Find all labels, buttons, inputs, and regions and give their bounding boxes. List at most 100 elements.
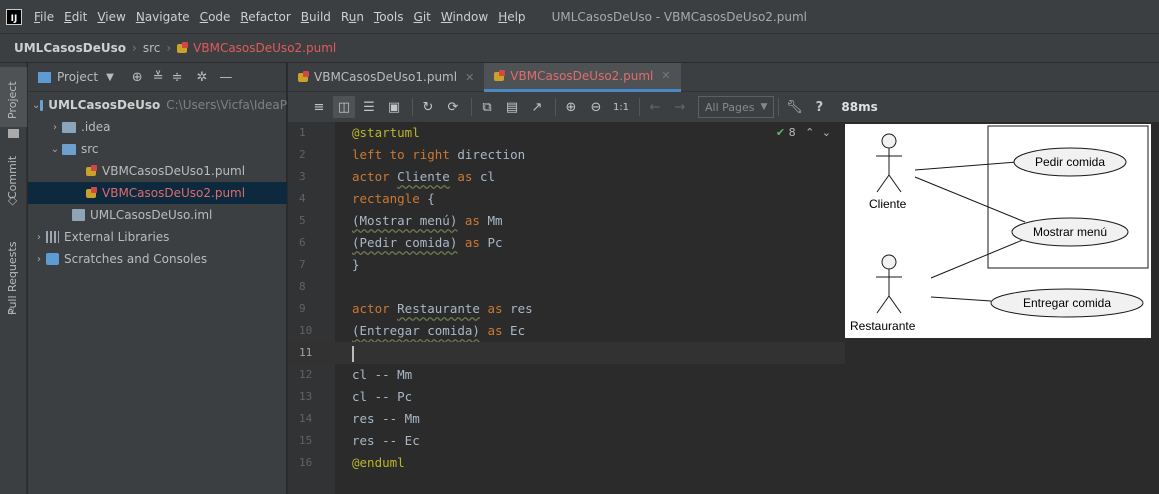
line-number: 5 bbox=[299, 214, 306, 227]
collapse-all-icon[interactable]: ≑ bbox=[172, 70, 183, 85]
puml-file-icon bbox=[86, 165, 98, 177]
code-line: (Mostrar menú) as Mm bbox=[352, 213, 503, 228]
usecase-entregar-comida-label: Entregar comida bbox=[1023, 296, 1111, 310]
intellij-logo-icon[interactable]: IJ bbox=[6, 8, 22, 25]
tree-item-iml[interactable]: UMLCasosDeUso.iml bbox=[28, 204, 287, 226]
wrench-icon[interactable]: 🔧︎ bbox=[783, 96, 805, 118]
code-line: left to right direction bbox=[352, 147, 526, 162]
zoom-out-icon[interactable]: ⊖ bbox=[585, 96, 607, 118]
hide-panel-icon[interactable]: — bbox=[219, 70, 232, 85]
menu-run[interactable]: Run bbox=[341, 10, 364, 24]
tree-item-idea[interactable]: › .idea bbox=[28, 116, 287, 138]
menu-tools[interactable]: Tools bbox=[374, 10, 404, 24]
tree-item-label: VBMCasosDeUso2.puml bbox=[102, 186, 246, 200]
association-res-ec bbox=[930, 296, 992, 302]
refresh-icon[interactable]: ↻ bbox=[417, 96, 439, 118]
menu-build[interactable]: Build bbox=[301, 10, 331, 24]
menu-window[interactable]: Window bbox=[441, 10, 488, 24]
all-pages-select[interactable]: All Pages ▼ bbox=[698, 96, 775, 118]
code-line: @enduml bbox=[352, 455, 405, 470]
line-number: 12 bbox=[299, 368, 313, 381]
chevron-down-icon[interactable]: ⌄ bbox=[32, 100, 40, 111]
image-icon[interactable]: ▣ bbox=[383, 96, 405, 118]
actor-cliente-label: Cliente bbox=[869, 197, 907, 211]
menu-refactor[interactable]: Refactor bbox=[240, 10, 290, 24]
copy-icon[interactable]: ⧉ bbox=[476, 96, 498, 118]
reload-icon[interactable]: ⟳ bbox=[442, 96, 464, 118]
menu-git[interactable]: Git bbox=[414, 10, 431, 24]
line-number: 16 bbox=[299, 456, 313, 469]
line-number: 9 bbox=[299, 302, 306, 315]
chevron-down-icon[interactable]: ⌄ bbox=[48, 144, 62, 155]
close-icon[interactable]: ✕ bbox=[661, 69, 670, 82]
close-icon[interactable]: ✕ bbox=[465, 71, 474, 84]
editor-only-icon[interactable]: ≡ bbox=[308, 96, 330, 118]
preview-only-icon[interactable]: ☰ bbox=[358, 96, 380, 118]
actor-restaurante-figure bbox=[876, 254, 902, 314]
root-project-name: UMLCasosDeUso bbox=[48, 98, 161, 112]
toolbar-divider bbox=[412, 98, 413, 116]
tree-item-file2[interactable]: VBMCasosDeUso2.puml bbox=[28, 182, 287, 204]
menu-code[interactable]: Code bbox=[200, 10, 231, 24]
actual-size-button[interactable]: 1:1 bbox=[610, 96, 632, 118]
tree-item-file1[interactable]: VBMCasosDeUso1.puml bbox=[28, 160, 287, 182]
menu-view[interactable]: View bbox=[97, 10, 125, 24]
gear-icon[interactable]: ✲ bbox=[196, 70, 207, 85]
uml-diagram-preview[interactable]: Cliente Restaurante Pedir comida Mostrar… bbox=[845, 124, 1151, 338]
code-line: cl -- Mm bbox=[352, 367, 413, 382]
root-project-path: C:\Users\Vicfa\IdeaP bbox=[166, 98, 287, 112]
arrow-left-icon[interactable]: ← bbox=[644, 96, 666, 118]
breadcrumb-file[interactable]: VBMCasosDeUso2.puml bbox=[193, 41, 336, 55]
puml-file-icon bbox=[298, 71, 310, 83]
help-icon[interactable]: ? bbox=[808, 96, 830, 118]
tree-item-src[interactable]: ⌄ src bbox=[28, 138, 287, 160]
tree-item-label: UMLCasosDeUso.iml bbox=[90, 208, 213, 222]
tab-vbmcasosdeuso2[interactable]: VBMCasosDeUso2.puml ✕ bbox=[484, 62, 681, 92]
menu-file[interactable]: File bbox=[34, 10, 54, 24]
puml-file-icon bbox=[86, 187, 98, 199]
tree-item-scratches[interactable]: › Scratches and Consoles bbox=[28, 248, 287, 270]
chevron-right-icon[interactable]: › bbox=[48, 122, 62, 133]
pull-request-icon: ⑂ bbox=[8, 305, 15, 318]
project-panel-header: Project ▼ ⊕ ≚ ≑ ✲ — bbox=[28, 63, 286, 92]
breadcrumb-project[interactable]: UMLCasosDeUso bbox=[14, 41, 126, 55]
text-caret bbox=[352, 345, 354, 362]
save-icon[interactable]: ▤ bbox=[501, 96, 523, 118]
line-number: 10 bbox=[299, 324, 313, 337]
breadcrumb: UMLCasosDeUso › src › VBMCasosDeUso2.pum… bbox=[0, 33, 1159, 63]
chevron-down-icon[interactable]: ▼ bbox=[106, 72, 114, 83]
tree-item-external-libraries[interactable]: › External Libraries bbox=[28, 226, 287, 248]
left-tool-strip: Project Commit ◇ Pull Requests ⑂ bbox=[0, 63, 27, 494]
project-view-selector[interactable]: Project bbox=[57, 70, 98, 84]
locate-icon[interactable]: ⊕ bbox=[132, 70, 143, 85]
tab-vbmcasosdeuso1[interactable]: VBMCasosDeUso1.puml ✕ bbox=[288, 63, 484, 92]
usecase-mostrar-menu-label: Mostrar menú bbox=[1033, 225, 1107, 239]
project-tool-icon bbox=[0, 127, 27, 141]
zoom-in-icon[interactable]: ⊕ bbox=[560, 96, 582, 118]
chevron-right-icon[interactable]: › bbox=[32, 254, 46, 265]
arrow-right-icon[interactable]: → bbox=[669, 96, 691, 118]
commit-icon: ◇ bbox=[8, 193, 18, 207]
menu-edit[interactable]: Edit bbox=[64, 10, 87, 24]
plantuml-toolbar: ≡ ◫ ☰ ▣ ↻ ⟳ ⧉ ▤ ↗ ⊕ ⊖ 1:1 ← → All Pages ▼… bbox=[288, 92, 1159, 122]
code-editor[interactable]: ✔ 8 ⌃ ⌄ @startuml left to right directio… bbox=[335, 122, 845, 494]
code-line: @startuml bbox=[352, 125, 420, 140]
code-line: actor Restaurante as res bbox=[352, 301, 533, 316]
project-tool-button[interactable]: Project bbox=[0, 67, 27, 127]
tab-label: VBMCasosDeUso2.puml bbox=[510, 68, 654, 83]
menu-help[interactable]: Help bbox=[498, 10, 525, 24]
external-link-icon[interactable]: ↗ bbox=[526, 96, 548, 118]
split-view-icon[interactable]: ◫ bbox=[333, 96, 355, 118]
line-number: 7 bbox=[299, 258, 306, 271]
module-folder-icon bbox=[40, 99, 44, 111]
folder-icon bbox=[62, 121, 76, 133]
menu-navigate[interactable]: Navigate bbox=[136, 10, 190, 24]
project-panel: Project ▼ ⊕ ≚ ≑ ✲ — ⌄ UMLCasosDeUso C:\U… bbox=[28, 63, 287, 494]
tree-item-label: External Libraries bbox=[64, 230, 170, 244]
tree-root-project[interactable]: ⌄ UMLCasosDeUso C:\Users\Vicfa\IdeaP bbox=[28, 94, 287, 116]
association-cl-mm bbox=[914, 176, 1026, 223]
puml-file-icon bbox=[177, 42, 189, 54]
chevron-right-icon[interactable]: › bbox=[32, 232, 46, 243]
breadcrumb-folder[interactable]: src bbox=[143, 41, 161, 55]
expand-all-icon[interactable]: ≚ bbox=[153, 70, 164, 85]
